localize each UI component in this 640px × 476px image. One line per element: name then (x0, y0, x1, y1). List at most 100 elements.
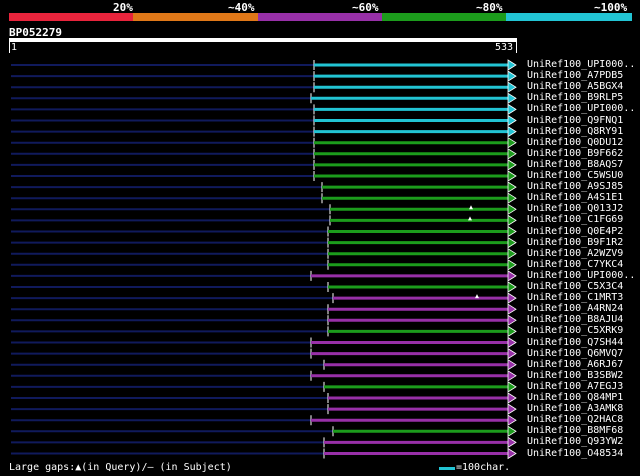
hit-label[interactable]: UniRef100_Q9FNQ1 (527, 115, 623, 126)
hit-row (11, 59, 517, 71)
hit-end-arrow (507, 159, 517, 171)
hit-end-arrow (507, 214, 517, 227)
hit-end-arrow (507, 259, 517, 271)
hit-label[interactable]: UniRef100_B9F662 (527, 148, 623, 159)
hit-end-arrow (507, 92, 517, 105)
query-gap-marker (469, 205, 473, 210)
hit-end-arrow (507, 81, 517, 93)
hit-row (11, 358, 517, 371)
hit-end-arrow (507, 270, 517, 282)
hit-row (11, 181, 517, 193)
hit-row (11, 436, 517, 449)
hit-row (11, 392, 517, 404)
hit-end-arrow (507, 336, 517, 349)
hit-end-arrow (507, 103, 517, 116)
hit-end-arrow (507, 347, 517, 360)
hit-row (11, 92, 517, 105)
hit-label[interactable]: UniRef100_C7YKC4 (527, 259, 623, 270)
hit-label[interactable]: UniRef100_Q0E4P2 (527, 226, 623, 237)
hit-label[interactable]: UniRef100_UPI000.. (527, 59, 635, 70)
hit-label[interactable]: UniRef100_C1MRT3 (527, 292, 623, 303)
hit-label[interactable]: UniRef100_O48534 (527, 448, 623, 459)
hit-label[interactable]: UniRef100_A5BGX4 (527, 81, 623, 92)
hit-label[interactable]: UniRef100_A2WZV9 (527, 248, 623, 259)
hit-row (11, 236, 517, 249)
hit-end-arrow (507, 170, 517, 182)
hit-row (11, 447, 517, 460)
hit-row (11, 303, 517, 315)
hit-label[interactable]: UniRef100_Q013J2 (527, 203, 623, 214)
hit-end-arrow (507, 247, 517, 260)
hit-label[interactable]: UniRef100_Q6MVQ7 (527, 348, 623, 359)
hit-end-arrow (507, 203, 517, 216)
hit-end-arrow (507, 70, 517, 82)
hit-label[interactable]: UniRef100_Q8RY91 (527, 126, 623, 137)
hit-label[interactable]: UniRef100_B3SBW2 (527, 370, 623, 381)
hit-end-arrow (507, 447, 517, 460)
query-gap-marker (468, 216, 472, 221)
scale-bar (439, 467, 455, 470)
hit-end-arrow (507, 114, 517, 127)
hit-end-arrow (507, 59, 517, 71)
hit-end-arrow (507, 181, 517, 193)
hit-label[interactable]: UniRef100_A3AMK8 (527, 403, 623, 414)
hit-row (11, 159, 517, 171)
hit-row (11, 70, 517, 82)
hit-label[interactable]: UniRef100_C5WSU0 (527, 170, 623, 181)
hit-end-arrow (507, 125, 517, 138)
hit-label[interactable]: UniRef100_A4S1E1 (527, 192, 623, 203)
hit-label[interactable]: UniRef100_B8AJU4 (527, 314, 623, 325)
hit-row (11, 103, 517, 116)
hit-row (11, 125, 517, 138)
hit-end-arrow (507, 292, 517, 304)
hit-label[interactable]: UniRef100_B9F1R2 (527, 237, 623, 248)
hit-label[interactable]: UniRef100_Q0DU12 (527, 137, 623, 148)
hit-row (11, 148, 517, 160)
hit-end-arrow (507, 370, 517, 382)
hit-row (11, 136, 517, 149)
hit-row (11, 381, 517, 393)
hit-end-arrow (507, 403, 517, 415)
hit-label[interactable]: UniRef100_B8AQS7 (527, 159, 623, 170)
hit-row (11, 292, 517, 304)
hit-label[interactable]: UniRef100_C5XRK9 (527, 325, 623, 336)
hit-label[interactable]: UniRef100_A7EGJ3 (527, 381, 623, 392)
hit-label[interactable]: UniRef100_UPI000.. (527, 270, 635, 281)
hit-label[interactable]: UniRef100_Q93YW2 (527, 436, 623, 447)
hit-end-arrow (507, 148, 517, 160)
hit-label[interactable]: UniRef100_Q2HAC8 (527, 414, 623, 425)
hit-end-arrow (507, 225, 517, 238)
hit-end-arrow (507, 436, 517, 449)
hit-label[interactable]: UniRef100_C5X3C4 (527, 281, 623, 292)
large-gaps-legend: Large gaps:▲(in Query)/— (in Subject) (9, 462, 232, 473)
hit-label[interactable]: UniRef100_A6RJ67 (527, 359, 623, 370)
hit-end-arrow (507, 392, 517, 404)
hit-end-arrow (507, 192, 517, 204)
hit-label[interactable]: UniRef100_B8MF68 (527, 425, 623, 436)
hit-end-arrow (507, 358, 517, 371)
query-gap-marker (475, 294, 479, 299)
hit-row (11, 247, 517, 260)
hit-label[interactable]: UniRef100_UPI000.. (527, 103, 635, 114)
hit-row (11, 425, 517, 438)
hit-label[interactable]: UniRef100_A9SJ85 (527, 181, 623, 192)
hit-row (11, 192, 517, 204)
hit-row (11, 114, 517, 127)
hit-label[interactable]: UniRef100_B9RLP5 (527, 92, 623, 103)
hit-label[interactable]: UniRef100_C1FG69 (527, 214, 623, 225)
hit-label[interactable]: UniRef100_Q84MP1 (527, 392, 623, 403)
hit-row (11, 225, 517, 238)
hit-row (11, 336, 517, 349)
hit-row (11, 325, 517, 338)
hit-row (11, 370, 517, 382)
hit-label[interactable]: UniRef100_A4RN24 (527, 303, 623, 314)
hit-label[interactable]: UniRef100_Q7SH44 (527, 337, 623, 348)
hit-end-arrow (507, 303, 517, 315)
hit-row (11, 259, 517, 271)
hit-row (11, 203, 517, 216)
hit-label[interactable]: UniRef100_A7PDB5 (527, 70, 623, 81)
hit-row (11, 81, 517, 93)
hit-end-arrow (507, 381, 517, 393)
hit-end-arrow (507, 136, 517, 149)
hit-row (11, 314, 517, 327)
